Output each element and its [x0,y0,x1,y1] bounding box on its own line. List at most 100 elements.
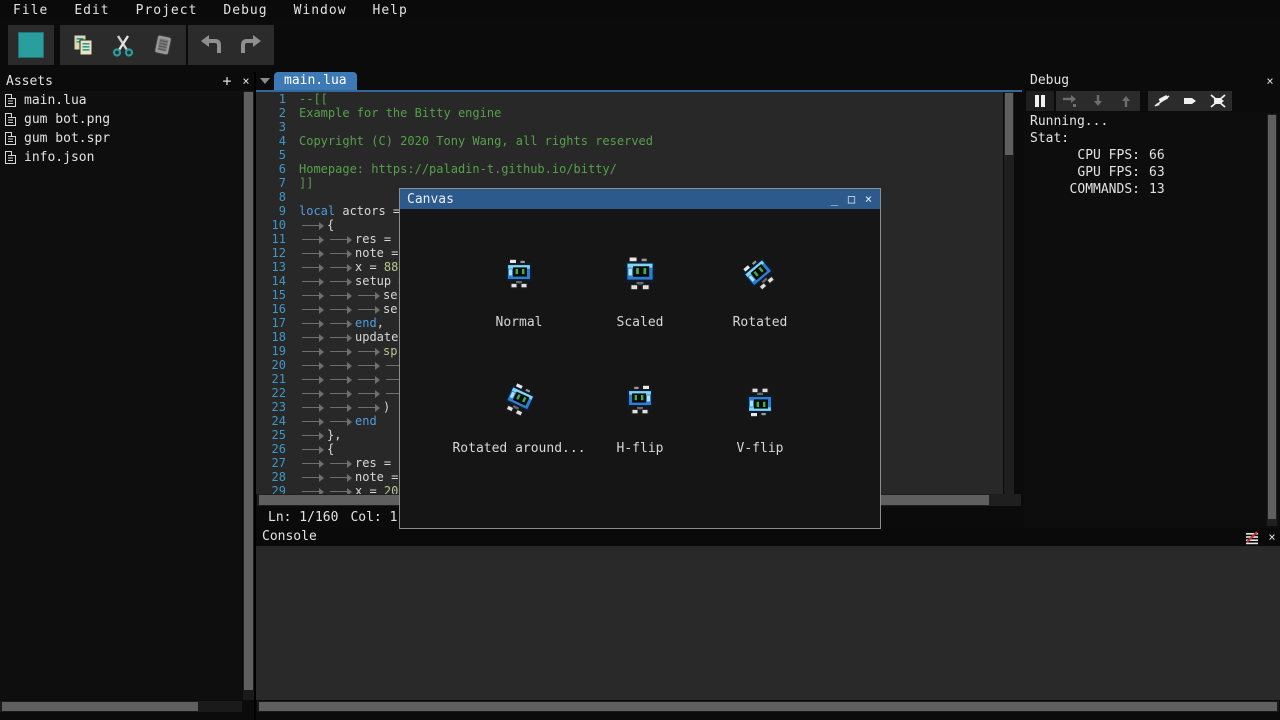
cut-button[interactable] [106,28,140,62]
debug-panel-header: Debug × [1024,72,1280,90]
code-token: actors = [335,204,407,218]
maximize-button[interactable]: □ [843,191,860,207]
line-number: 27 [256,456,286,470]
assets-horizontal-scrollbar-thumb[interactable] [2,702,198,711]
tab-guide-icon [327,457,355,469]
debug-close-button[interactable]: × [1262,73,1278,89]
canvas-window-controls: _ □ × [826,191,877,207]
line-number: 15 [256,288,286,302]
code-token: Example for the Bitty engine [299,106,501,120]
editor-vertical-scrollbar-thumb[interactable] [1005,93,1013,155]
asset-item-label: main.lua [24,93,87,108]
run-button[interactable] [14,28,48,62]
console-horizontal-scrollbar-thumb[interactable] [259,702,1277,711]
line-number: 9 [256,204,286,218]
canvas-item-label: V-flip [675,441,845,456]
code-token: Copyright (C) 2020 Tony Wang, all rights… [299,134,653,148]
assets-close-button[interactable]: × [238,73,254,89]
stat-label: CPU FPS: [1030,148,1140,163]
tab-guide-icon [299,219,327,231]
tab-list-dropdown-button[interactable] [257,74,272,88]
gum-bot-sprite [675,373,845,429]
tab-guide-icon [299,471,327,483]
debug-stat-row: GPU FPS:63 [1030,165,1230,180]
code-token: , [377,316,384,330]
code-token: x = [355,484,384,494]
minimize-button[interactable]: _ [826,191,843,207]
assets-vertical-scrollbar[interactable] [243,91,254,700]
pause-button[interactable] [1026,91,1054,111]
tab-guide-icon [327,471,355,483]
menu-item-edit[interactable]: Edit [61,1,122,20]
menu-item-window[interactable]: Window [281,1,360,20]
line-number: 24 [256,414,286,428]
tab-guide-icon [299,401,327,413]
console-horizontal-scrollbar[interactable] [257,701,1279,712]
tab-guide-icon [299,359,327,371]
tab-guide-icon [299,261,327,273]
menu-item-debug[interactable]: Debug [210,1,280,20]
continue-button[interactable] [1176,91,1204,111]
asset-item[interactable]: main.lua [0,91,242,110]
tab-guide-icon [327,373,355,385]
asset-item[interactable]: info.json [0,148,242,167]
step-out-button[interactable] [1112,91,1140,111]
clear-breakpoints-button[interactable] [1204,91,1232,111]
undo-button[interactable] [194,28,228,62]
undo-icon [198,32,224,58]
code-token: ) [383,400,390,414]
asset-item-label: info.json [24,150,94,165]
tab-guide-icon [299,233,327,245]
debug-pause-group [1026,91,1054,111]
code-token: ]] [299,176,313,190]
tab-guide-icon [299,345,327,357]
asset-item[interactable]: gum bot.spr [0,129,242,148]
file-icon [5,94,16,107]
debug-vertical-scrollbar[interactable] [1267,114,1277,526]
tab-guide-icon [299,247,327,259]
copy-button[interactable] [66,28,100,62]
cut-icon [110,32,136,58]
toggle-breakpoint-button[interactable] [1148,91,1176,111]
step-over-button[interactable] [1056,91,1084,111]
console-close-button[interactable]: × [1264,529,1280,545]
step-into-button[interactable] [1084,91,1112,111]
tab-guide-icon [327,387,355,399]
line-number: 19 [256,344,286,358]
menu-item-project[interactable]: Project [123,1,211,20]
tab-main-lua[interactable]: main.lua [274,72,357,90]
tab-guide-icon [299,387,327,399]
arrow-cross-icon [1210,94,1226,108]
close-button[interactable]: × [860,191,877,207]
console-clear-button[interactable] [1244,530,1260,544]
redo-button[interactable] [234,28,268,62]
status-col-indicator: Col: 1 [350,510,397,525]
paste-button[interactable] [146,28,180,62]
assets-horizontal-scrollbar[interactable] [0,701,242,712]
menu-item-help[interactable]: Help [360,1,421,20]
solid-arrow-icon [1182,94,1198,108]
tab-guide-icon [327,485,355,494]
debug-stat-header: Stat: [1030,131,1069,146]
line-number: 6 [256,162,286,176]
tab-guide-icon [327,289,355,301]
tab-guide-icon [327,345,355,357]
debug-step-group [1056,91,1140,111]
assets-vertical-scrollbar-thumb[interactable] [244,92,253,690]
tab-guide-icon [355,401,383,413]
debug-vertical-scrollbar-thumb[interactable] [1268,115,1276,519]
canvas-item-rotated: Rotated [675,247,845,330]
stat-value: 13 [1149,182,1165,197]
console-panel-title: Console [262,529,317,544]
console-output[interactable] [256,546,1280,700]
asset-item[interactable]: gum bot.png [0,110,242,129]
menu-bar: FileEditProjectDebugWindowHelp [0,0,1280,21]
editor-vertical-scrollbar[interactable] [1004,92,1014,494]
code-token: note = [355,246,406,260]
code-token: end [355,414,377,428]
canvas-title-bar[interactable]: Canvas _ □ × [400,189,880,209]
menu-item-file[interactable]: File [0,1,61,20]
assets-add-button[interactable]: + [218,72,236,90]
tab-guide-icon [299,373,327,385]
code-line: 6Homepage: https://paladin-t.github.io/b… [256,162,1003,176]
